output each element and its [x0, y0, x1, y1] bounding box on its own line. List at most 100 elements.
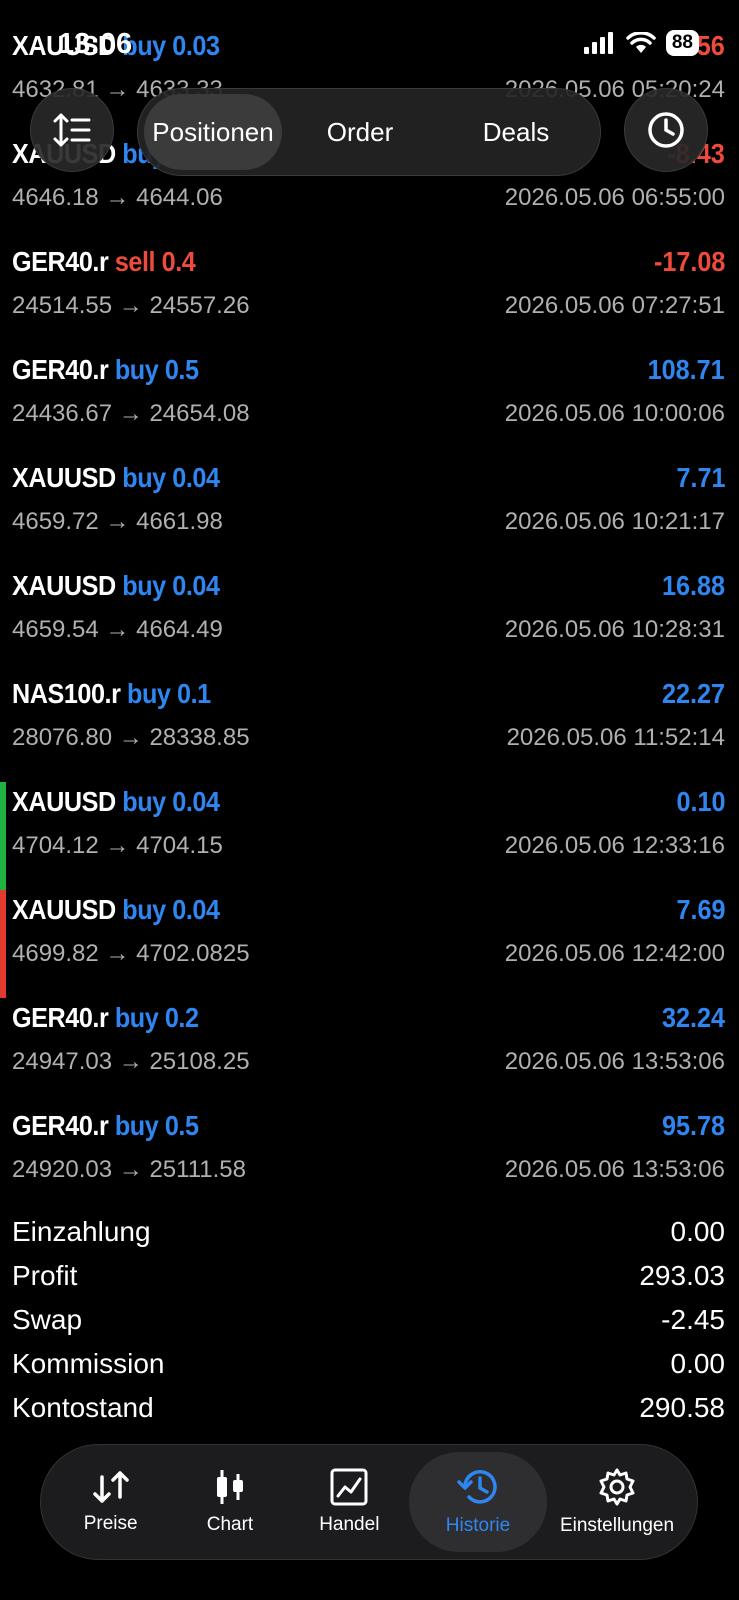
summary-label: Profit [12, 1260, 78, 1291]
summary-row-swap: Swap -2.45 [0, 1300, 739, 1344]
trade-row[interactable]: GER40.r buy 0.2 32.24 24947.03 → 25108.25 2… [0, 998, 739, 1106]
tab-settings[interactable]: Einstellungen [547, 1452, 687, 1552]
tab-orders[interactable]: Order [282, 94, 438, 170]
trade-title: XAUUSD buy 0.04 [12, 570, 220, 602]
trade-direction-volume: buy 0.5 [114, 1110, 199, 1141]
trade-direction-volume: buy 0.2 [114, 1002, 199, 1033]
tab-history[interactable]: Historie [408, 1452, 547, 1552]
trade-title: XAUUSD buy 0.04 [12, 462, 220, 494]
summary-label: Kontostand [12, 1392, 154, 1423]
trade-symbol: GER40.r [12, 1002, 109, 1033]
history-icon [457, 1470, 497, 1504]
sort-button[interactable] [30, 88, 114, 172]
trade-prices: 24947.03 → 25108.25 [12, 1048, 250, 1075]
trade-symbol: NAS100.r [12, 678, 121, 709]
status-bar: 13:06 88 [0, 0, 739, 90]
trade-datetime: 2026.05.06 13:53:06 [504, 1048, 725, 1075]
trade-title: NAS100.r buy 0.1 [12, 678, 211, 710]
wifi-icon [626, 32, 656, 53]
tab-trade[interactable]: Handel [290, 1452, 409, 1552]
trade-prices: 4699.82 → 4702.0825 [12, 940, 250, 967]
trade-datetime: 2026.05.06 13:53:06 [504, 1156, 725, 1183]
trade-prices: 4704.12 → 4704.15 [12, 832, 223, 859]
trade-profit: 0.10 [675, 786, 725, 817]
trade-row[interactable]: NAS100.r buy 0.1 22.27 28076.80 → 28338.85… [0, 674, 739, 782]
battery-indicator: 88 [665, 30, 699, 56]
trade-prices: 4659.54 → 4664.49 [12, 616, 223, 643]
summary-value: 0.00 [670, 1216, 726, 1247]
summary-label: Kommission [12, 1348, 165, 1379]
trade-marker [0, 890, 6, 998]
summary-value: -2.45 [661, 1304, 725, 1335]
trade-datetime: 2026.05.06 07:27:51 [504, 292, 725, 319]
trade-profit: 7.71 [675, 462, 725, 493]
trade-symbol: GER40.r [12, 354, 109, 385]
trade-title: GER40.r buy 0.5 [12, 354, 199, 386]
trade-profit: -17.08 [653, 246, 725, 277]
summary-label: Swap [12, 1304, 83, 1335]
summary-value: 290.58 [639, 1392, 725, 1423]
clock-icon [648, 112, 684, 148]
view-segmented-control: Positionen Order Deals [137, 88, 601, 176]
trade-title: XAUUSD buy 0.04 [12, 894, 220, 926]
summary-label: Einzahlung [12, 1216, 151, 1247]
trade-title: GER40.r buy 0.5 [12, 1110, 199, 1142]
trade-symbol: GER40.r [12, 246, 109, 277]
trade-symbol: XAUUSD [12, 786, 116, 817]
status-time: 13:06 [58, 28, 133, 60]
trade-direction-volume: buy 0.04 [122, 570, 220, 601]
tab-positions[interactable]: Positionen [144, 94, 282, 170]
trade-title: XAUUSD buy 0.04 [12, 786, 220, 818]
tab-deals[interactable]: Deals [438, 94, 594, 170]
trade-symbol: XAUUSD [12, 894, 116, 925]
trade-direction-volume: buy 0.04 [122, 462, 220, 493]
trade-datetime: 2026.05.06 06:55:00 [504, 184, 725, 211]
trade-icon [330, 1468, 368, 1506]
trade-row[interactable]: GER40.r sell 0.4 -17.08 24514.55 → 24557.2… [0, 242, 739, 350]
trade-row[interactable]: XAUUSD buy 0.04 7.69 4699.82 → 4702.0825 20… [0, 890, 739, 998]
sort-icon [53, 113, 91, 147]
trade-marker [0, 782, 6, 890]
tab-label: Preise [83, 1513, 138, 1534]
trade-row[interactable]: XAUUSD buy 0.04 0.10 4704.12 → 4704.15 2026… [0, 782, 739, 890]
trade-row[interactable]: GER40.r buy 0.5 95.78 24920.03 → 25111.58 2… [0, 1106, 739, 1214]
summary-row-profit: Profit 293.03 [0, 1256, 739, 1300]
summary-value: 0.00 [670, 1348, 726, 1379]
trade-direction-volume: buy 0.04 [122, 894, 220, 925]
trade-datetime: 2026.05.06 10:00:06 [504, 400, 725, 427]
trade-row[interactable]: XAUUSD buy 0.04 7.71 4659.72 → 4661.98 2026… [0, 458, 739, 566]
trade-datetime: 2026.05.06 11:52:14 [506, 724, 725, 751]
status-icons: 88 [583, 30, 699, 56]
trade-direction-volume: sell 0.4 [114, 246, 196, 277]
tab-label: Einstellungen [559, 1515, 675, 1536]
trade-prices: 4659.72 → 4661.98 [12, 508, 223, 535]
trade-datetime: 2026.05.06 12:42:00 [504, 940, 725, 967]
trade-direction-volume: buy 0.04 [122, 786, 220, 817]
summary-value: 293.03 [639, 1260, 725, 1291]
trade-prices: 4646.18 → 4644.06 [12, 184, 223, 211]
trade-row[interactable]: XAUUSD buy 0.04 16.88 4659.54 → 4664.49 202… [0, 566, 739, 674]
summary-row-deposit: Einzahlung 0.00 [0, 1212, 739, 1256]
tab-label: Chart [206, 1514, 254, 1535]
tab-label: Historie [445, 1515, 511, 1536]
trade-profit: 32.24 [661, 1002, 725, 1033]
signal-icon [583, 32, 613, 54]
trade-profit: 22.27 [661, 678, 725, 709]
tab-chart[interactable]: Chart [170, 1452, 289, 1552]
period-button[interactable] [624, 88, 708, 172]
trade-title: GER40.r sell 0.4 [12, 246, 196, 278]
gear-icon [599, 1468, 635, 1506]
trade-datetime: 2026.05.06 10:28:31 [504, 616, 725, 643]
trade-direction-volume: buy 0.1 [127, 678, 211, 709]
trade-symbol: GER40.r [12, 1110, 109, 1141]
summary-row-commission: Kommission 0.00 [0, 1344, 739, 1388]
trade-prices: 24514.55 → 24557.26 [12, 292, 250, 319]
trade-profit: 16.88 [661, 570, 725, 601]
tab-quotes[interactable]: Preise [51, 1452, 170, 1552]
trade-symbol: XAUUSD [12, 462, 116, 493]
trade-profit: 95.78 [661, 1110, 725, 1141]
trade-row[interactable]: GER40.r buy 0.5 108.71 24436.67 → 24654.08… [0, 350, 739, 458]
candlestick-icon [216, 1470, 243, 1504]
trade-prices: 24436.67 → 24654.08 [12, 400, 250, 427]
summary-row-balance: Kontostand 290.58 [0, 1388, 739, 1432]
